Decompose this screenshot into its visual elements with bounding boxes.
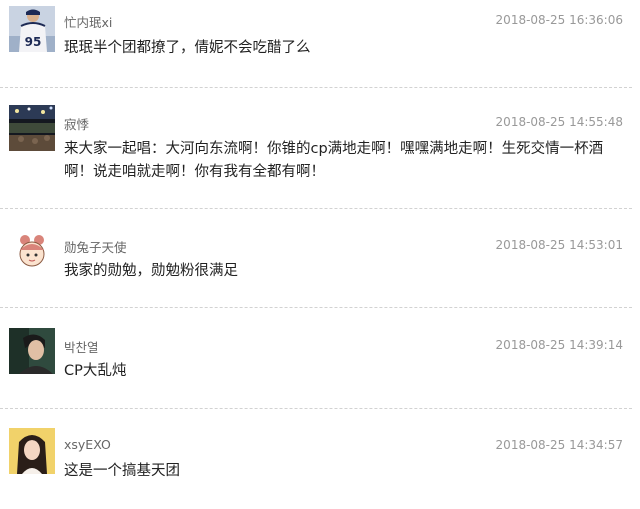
comment-text: 珉珉半个团都撩了，倩妮不会吃醋了么 <box>64 40 311 56</box>
username[interactable]: xsyEXO <box>64 437 111 452</box>
comment-divider <box>0 208 632 209</box>
username[interactable]: 勋兔子天使 <box>64 237 127 256</box>
comment-divider <box>0 307 632 308</box>
comment-list: 95 忙内珉xi 2018-08-25 16:36:06 珉珉半个团都撩了，倩妮… <box>0 0 640 509</box>
girl-portrait-avatar-image <box>9 428 55 474</box>
user-avatar[interactable] <box>9 428 55 474</box>
user-avatar[interactable] <box>9 228 55 274</box>
username[interactable]: 忙内珉xi <box>64 12 112 31</box>
user-avatar[interactable]: 95 <box>9 6 55 52</box>
timestamp: 2018-08-25 16:36:06 <box>495 13 623 27</box>
comment-text: 来大家一起唱：大河向东流啊！你锥的cp满地走啊！嘿嘿满地走啊！生死交情一杯酒啊！… <box>64 141 604 180</box>
timestamp: 2018-08-25 14:39:14 <box>495 338 623 352</box>
baseball-player-avatar-image: 95 <box>9 6 55 52</box>
timestamp: 2018-08-25 14:34:57 <box>495 438 623 452</box>
svg-text:95: 95 <box>25 35 42 49</box>
username[interactable]: 박찬열 <box>64 337 99 356</box>
comment-divider <box>0 87 632 88</box>
portrait-avatar-image <box>9 328 55 374</box>
user-avatar[interactable] <box>9 105 55 151</box>
cartoon-character-avatar-image <box>9 228 55 274</box>
comment-text: 我家的勋勉，勋勉粉很满足 <box>64 263 238 279</box>
comment-text: 这是一个搞基天团 <box>64 463 180 479</box>
comment-text: CP大乱炖 <box>64 363 127 379</box>
concert-stage-avatar-image <box>9 105 55 151</box>
timestamp: 2018-08-25 14:55:48 <box>495 115 623 129</box>
comment-divider <box>0 408 632 409</box>
user-avatar[interactable] <box>9 328 55 374</box>
username[interactable]: 寂悸 <box>64 114 89 133</box>
timestamp: 2018-08-25 14:53:01 <box>495 238 623 252</box>
